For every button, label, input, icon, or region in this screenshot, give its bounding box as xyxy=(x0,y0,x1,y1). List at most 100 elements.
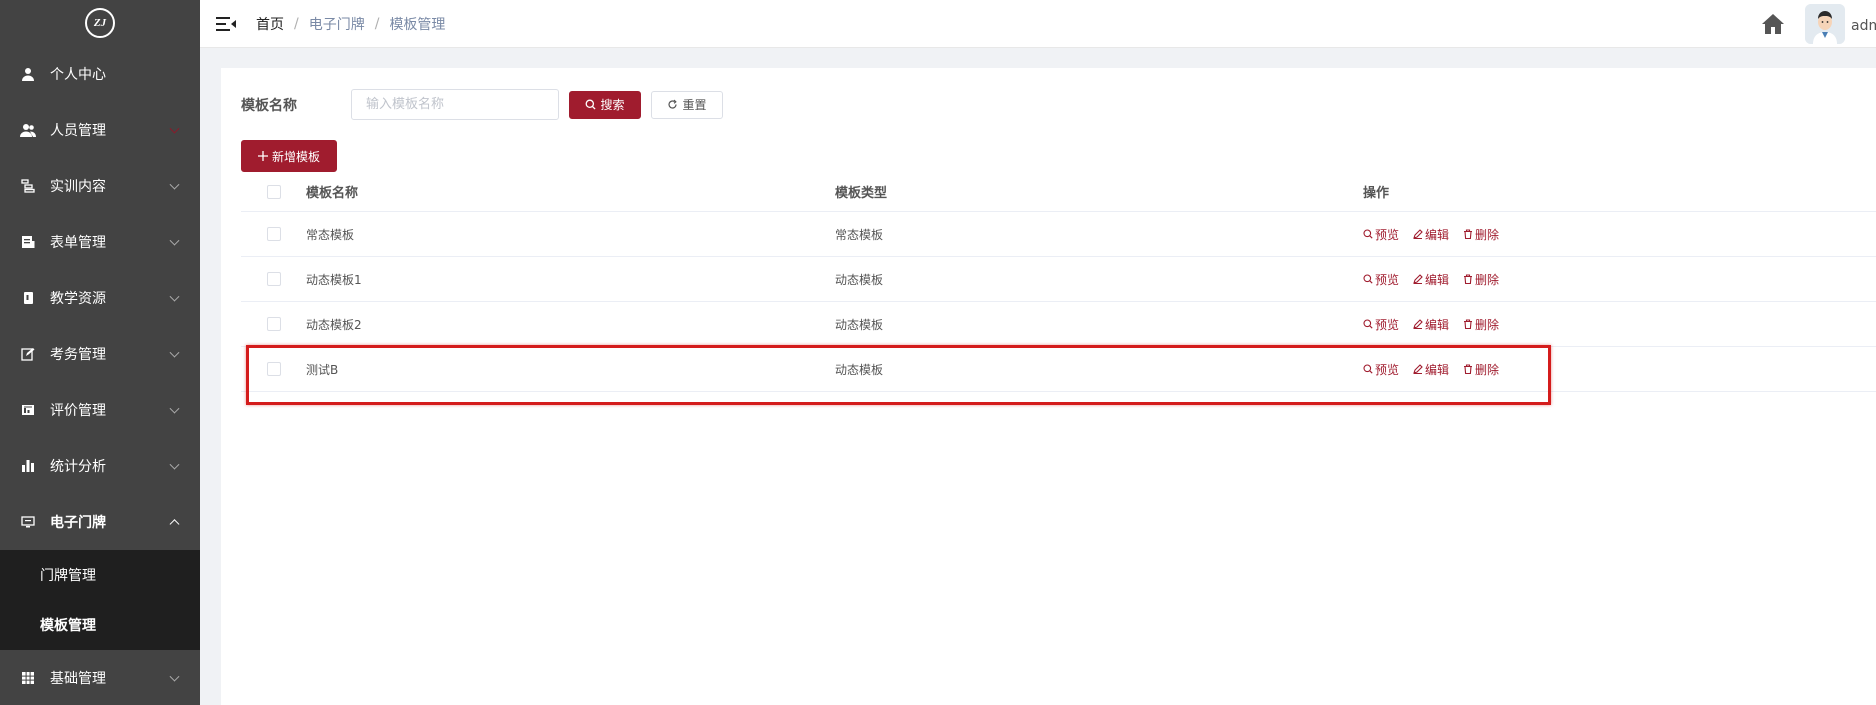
sidebar-item-forms[interactable]: 表单管理 xyxy=(0,214,200,270)
add-template-button[interactable]: 新增模板 xyxy=(241,140,337,172)
logo-mark: ZJ xyxy=(85,8,115,38)
sidebar-item-personnel[interactable]: 人员管理 xyxy=(0,102,200,158)
sidebar-item-training[interactable]: 实训内容 xyxy=(0,158,200,214)
bar-chart-icon xyxy=(20,458,36,474)
preview-label: 预览 xyxy=(1375,317,1400,332)
pencil-icon xyxy=(1413,229,1423,239)
delete-label: 删除 xyxy=(1475,362,1500,377)
search-button[interactable]: 搜索 xyxy=(569,90,641,119)
trash-icon xyxy=(1464,229,1473,239)
breadcrumb-separator: / xyxy=(294,15,299,32)
sidebar-item-label: 评价管理 xyxy=(50,403,106,419)
plus-icon xyxy=(257,151,268,161)
breadcrumb-separator: / xyxy=(374,15,380,32)
main-content: 模板名称 搜索 重置 新增模板 模板名称 模板类型 操作 常态模板 常态模板 xyxy=(221,68,1876,705)
chevron-down-icon xyxy=(169,235,180,246)
search-icon xyxy=(1363,274,1373,284)
sidebar-item-label: 个人中心 xyxy=(50,67,106,83)
chevron-up-icon xyxy=(169,519,180,530)
sidebar-item-label: 教学资源 xyxy=(50,291,106,307)
row-actions: 预览 编辑 删除 xyxy=(1363,271,1513,288)
table-header: 模板名称 模板类型 操作 xyxy=(241,172,1876,212)
edit-icon xyxy=(20,346,36,362)
form-icon xyxy=(20,234,36,250)
select-all-checkbox[interactable] xyxy=(266,184,281,199)
search-icon xyxy=(1363,319,1373,329)
delete-link[interactable]: 删除 xyxy=(1463,316,1499,333)
delete-label: 删除 xyxy=(1475,317,1500,332)
breadcrumb: 首页 / 电子门牌 / 模板管理 xyxy=(256,14,445,34)
sidebar-item-statistics[interactable]: 统计分析 xyxy=(0,438,200,494)
search-label: 模板名称 xyxy=(241,97,297,114)
preview-link[interactable]: 预览 xyxy=(1363,361,1399,378)
edit-label: 编辑 xyxy=(1425,317,1450,332)
users-icon xyxy=(20,122,36,138)
grid-icon xyxy=(20,670,36,686)
preview-link[interactable]: 预览 xyxy=(1363,271,1399,288)
edit-link[interactable]: 编辑 xyxy=(1413,316,1449,333)
delete-link[interactable]: 删除 xyxy=(1463,271,1499,288)
search-icon xyxy=(1363,229,1373,239)
sidebar-item-basic-management[interactable]: 基础管理 xyxy=(0,650,200,705)
column-header-ops: 操作 xyxy=(1363,186,1390,201)
template-name-input[interactable] xyxy=(351,89,559,120)
chevron-down-icon xyxy=(169,459,180,470)
sidebar-item-evaluation[interactable]: 评价管理 xyxy=(0,382,200,438)
edit-link[interactable]: 编辑 xyxy=(1413,226,1449,243)
row-checkbox[interactable] xyxy=(266,317,281,331)
search-icon xyxy=(1363,364,1373,374)
submenu-e-doorplate: 门牌管理 模板管理 xyxy=(0,550,200,650)
sidebar-item-personal-center[interactable]: 个人中心 xyxy=(0,46,200,102)
pencil-icon xyxy=(1413,364,1423,374)
table-row: 动态模板1 动态模板 预览 编辑 删除 xyxy=(241,257,1876,302)
delete-link[interactable]: 删除 xyxy=(1463,226,1499,243)
breadcrumb-e-doorplate: 电子门牌 xyxy=(308,16,365,33)
sidebar-item-e-doorplate[interactable]: 电子门牌 xyxy=(0,494,200,550)
chevron-down-icon xyxy=(169,671,180,682)
cell-template-name: 动态模板2 xyxy=(306,317,362,332)
preview-link[interactable]: 预览 xyxy=(1363,226,1399,243)
column-header-name: 模板名称 xyxy=(306,186,359,201)
search-form: 模板名称 搜索 重置 xyxy=(241,89,723,120)
collapse-menu-icon[interactable] xyxy=(216,16,236,32)
table-row: 测试B 动态模板 预览 编辑 删除 xyxy=(241,347,1876,392)
cell-template-type: 常态模板 xyxy=(835,227,884,242)
sidebar-subitem-doorplate-management[interactable]: 门牌管理 xyxy=(0,550,200,600)
row-checkbox[interactable] xyxy=(266,272,281,286)
sidebar-item-label: 表单管理 xyxy=(50,235,106,251)
edit-label: 编辑 xyxy=(1425,362,1450,377)
table-row: 常态模板 常态模板 预览 编辑 删除 xyxy=(241,212,1876,257)
cell-template-type: 动态模板 xyxy=(835,317,884,332)
preview-label: 预览 xyxy=(1375,362,1400,377)
edit-link[interactable]: 编辑 xyxy=(1413,271,1449,288)
sidebar-item-teaching-resources[interactable]: 教学资源 xyxy=(0,270,200,326)
logo[interactable]: ZJ xyxy=(0,0,200,46)
preview-label: 预览 xyxy=(1375,227,1400,242)
trash-icon xyxy=(1464,319,1473,329)
edit-label: 编辑 xyxy=(1425,272,1450,287)
cell-template-name: 常态模板 xyxy=(306,227,355,242)
trash-icon xyxy=(1464,274,1473,284)
preview-label: 预览 xyxy=(1375,272,1400,287)
sidebar-item-label: 实训内容 xyxy=(50,179,106,195)
preview-link[interactable]: 预览 xyxy=(1363,316,1399,333)
top-header: 首页 / 电子门牌 / 模板管理 adm xyxy=(200,0,1876,48)
reset-button[interactable]: 重置 xyxy=(651,90,723,119)
add-template-label: 新增模板 xyxy=(271,149,320,164)
sidebar-item-label: 电子门牌 xyxy=(50,515,106,531)
book-icon xyxy=(20,290,36,306)
row-checkbox[interactable] xyxy=(266,227,281,241)
chevron-down-icon xyxy=(169,123,180,134)
sidebar-item-exam-affairs[interactable]: 考务管理 xyxy=(0,326,200,382)
delete-link[interactable]: 删除 xyxy=(1463,361,1499,378)
cell-template-type: 动态模板 xyxy=(835,272,884,287)
row-checkbox[interactable] xyxy=(266,362,281,376)
username[interactable]: adm xyxy=(1851,18,1876,34)
edit-link[interactable]: 编辑 xyxy=(1413,361,1449,378)
monitor-icon xyxy=(20,514,36,530)
avatar[interactable] xyxy=(1805,4,1845,44)
home-icon[interactable] xyxy=(1760,12,1786,36)
breadcrumb-home[interactable]: 首页 xyxy=(256,14,284,34)
sidebar-subitem-template-management[interactable]: 模板管理 xyxy=(0,600,200,650)
sidebar-item-label: 考务管理 xyxy=(50,347,106,363)
